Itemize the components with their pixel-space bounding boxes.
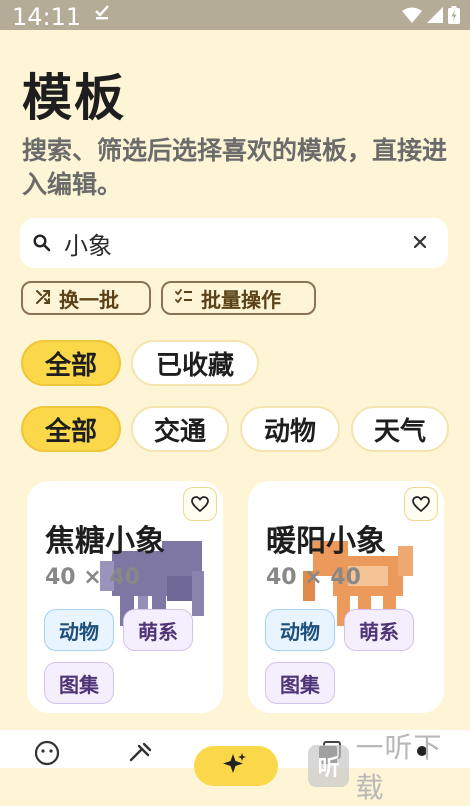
template-card[interactable]: 焦糖小象 40 × 40 动物 萌系 图集	[27, 481, 223, 713]
clear-search-icon[interactable]	[412, 234, 428, 254]
shuffle-label: 换一批	[59, 287, 119, 312]
page-title: 模板	[22, 69, 126, 127]
watermark-logo: 听	[308, 745, 350, 787]
checklist-icon	[175, 286, 193, 310]
favorite-heart-icon[interactable]	[183, 487, 217, 521]
wifi-icon	[402, 7, 422, 27]
batch-operation-label: 批量操作	[201, 287, 281, 312]
filter-category-transport[interactable]: 交通	[131, 406, 229, 452]
template-tag: 动物	[265, 609, 335, 651]
favorite-heart-icon[interactable]	[404, 487, 438, 521]
status-bar: 14:11	[0, 0, 470, 31]
template-tag: 动物	[44, 609, 114, 651]
watermark: 听 一听下载	[308, 726, 470, 806]
filter-category-all[interactable]: 全部	[21, 406, 121, 452]
template-card[interactable]: 暖阳小象 40 × 40 动物 萌系 图集	[248, 481, 444, 713]
template-name: 焦糖小象	[45, 524, 165, 559]
download-done-icon	[94, 4, 110, 24]
template-size: 40 × 40	[266, 565, 361, 590]
sparkle-icon	[222, 752, 248, 782]
search-bar	[20, 218, 448, 268]
template-tag: 图集	[265, 662, 335, 704]
shuffle-button[interactable]: 换一批	[21, 281, 151, 315]
batch-operation-button[interactable]: 批量操作	[161, 281, 316, 315]
shuffle-icon	[35, 286, 51, 310]
signal-icon	[427, 7, 443, 27]
filter-category-animal[interactable]: 动物	[240, 406, 340, 452]
watermark-text: 一听下载	[355, 731, 443, 804]
search-icon	[32, 233, 52, 257]
template-size: 40 × 40	[45, 565, 140, 590]
status-time: 14:11	[12, 3, 82, 31]
page-subtitle: 搜索、筛选后选择喜欢的模板，直接进入编辑。	[22, 136, 448, 199]
filter-scope-all[interactable]: 全部	[21, 340, 121, 386]
nav-create-button[interactable]	[194, 746, 278, 786]
template-tag: 萌系	[123, 609, 193, 651]
filter-scope-favorites[interactable]: 已收藏	[131, 340, 259, 386]
template-name: 暖阳小象	[266, 524, 386, 559]
nav-smiley-icon[interactable]	[34, 740, 60, 770]
nav-brush-icon[interactable]	[128, 740, 154, 770]
template-tag: 图集	[44, 662, 114, 704]
search-input[interactable]	[64, 226, 394, 260]
filter-category-weather[interactable]: 天气	[351, 406, 449, 452]
battery-icon	[448, 6, 460, 28]
template-tag: 萌系	[344, 609, 414, 651]
